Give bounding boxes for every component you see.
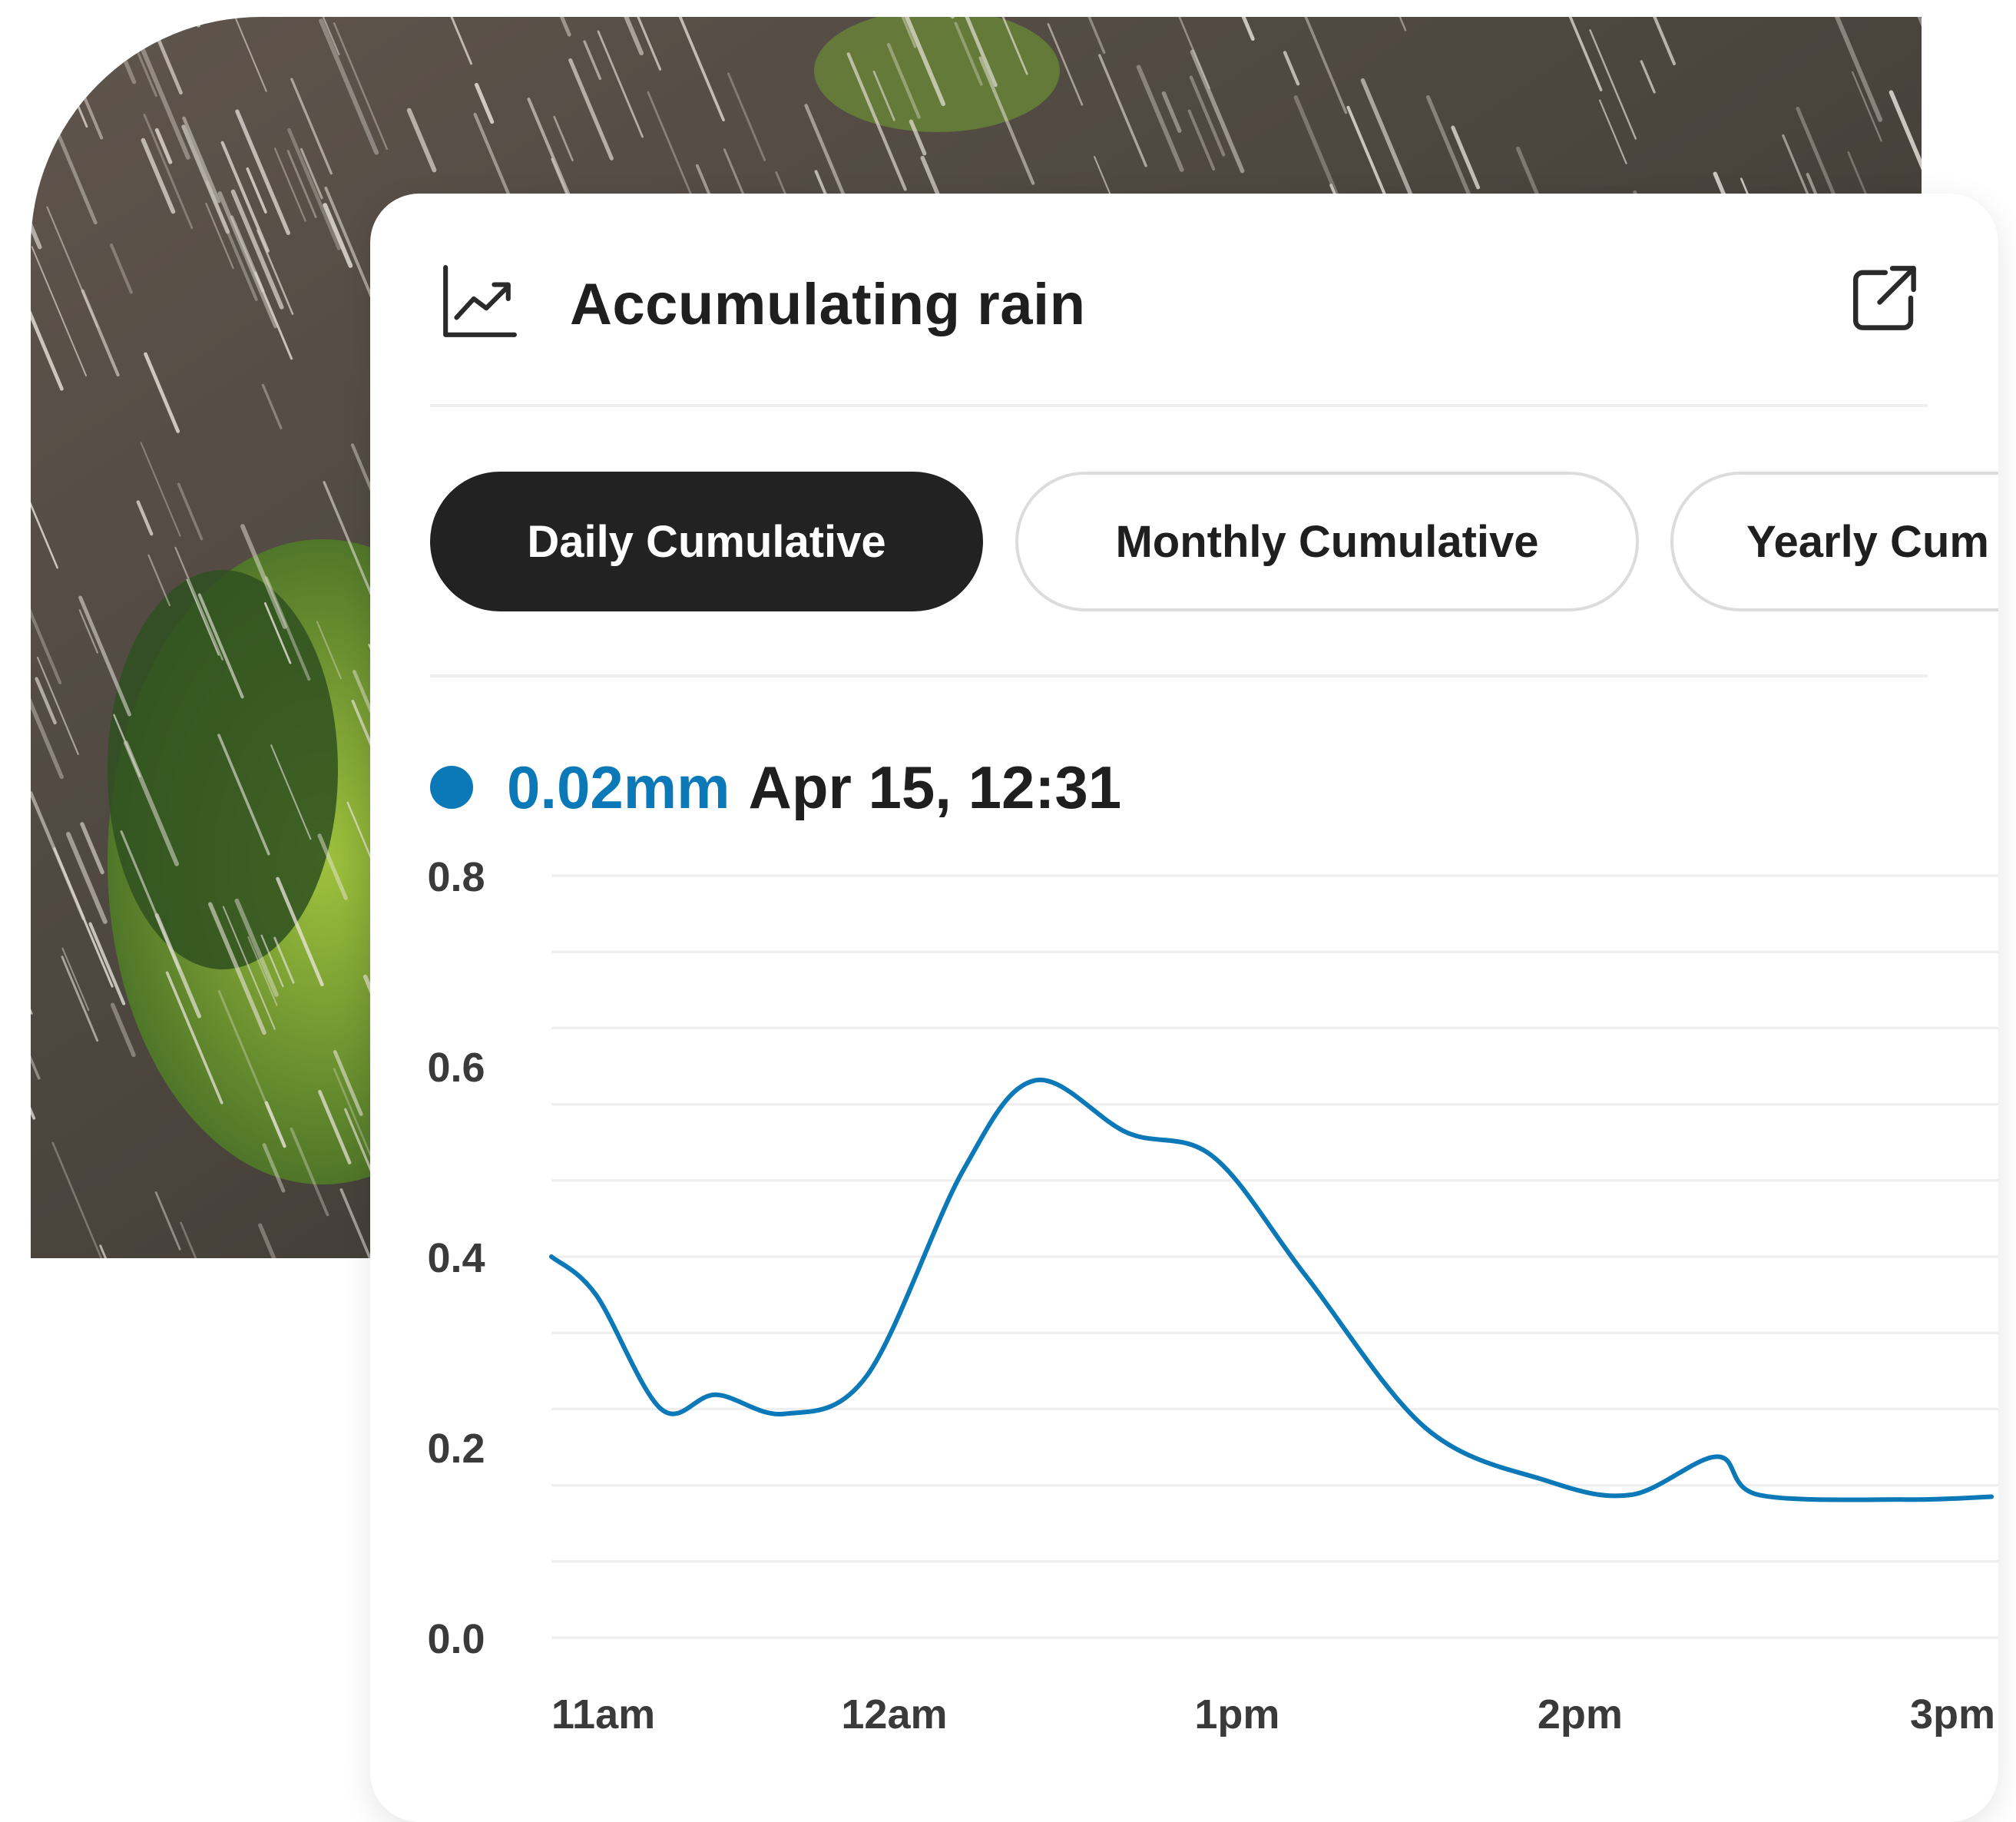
series-line [551, 1080, 1991, 1500]
x-tick-label: 12am [841, 1691, 947, 1738]
y-tick-label: 0.6 [427, 1045, 485, 1091]
x-tick-label: 3pm [1910, 1691, 1995, 1738]
rain-line-chart: 0.8 0.6 0.4 0.2 0.0 11am 12am 1pm 2pm 3pm [370, 194, 1998, 1822]
y-tick-label: 0.2 [427, 1426, 485, 1472]
x-tick-label: 11am [551, 1691, 655, 1738]
y-tick-label: 0.0 [427, 1616, 485, 1662]
rain-chart-card: Accumulating rain Daily Cumulative Month… [370, 194, 1998, 1822]
y-tick-label: 0.8 [427, 854, 485, 900]
y-tick-label: 0.4 [427, 1235, 485, 1281]
x-tick-label: 1pm [1194, 1691, 1279, 1738]
x-tick-label: 2pm [1538, 1691, 1623, 1738]
